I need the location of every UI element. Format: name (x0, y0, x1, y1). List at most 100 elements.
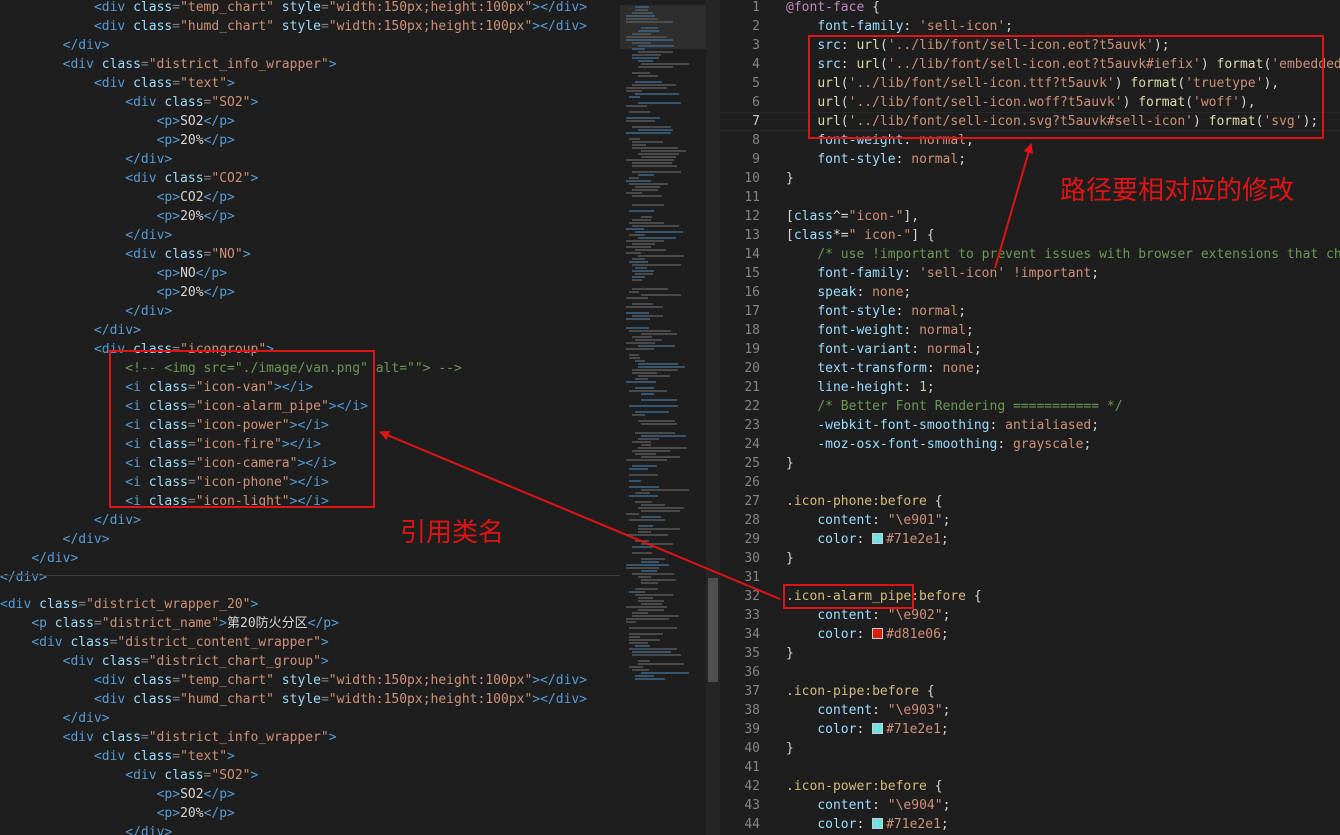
minimap-line (632, 654, 681, 656)
color-swatch[interactable] (872, 533, 884, 544)
code-line[interactable]: <p class="district_name">第20防火分区</p> (31, 614, 339, 633)
code-line[interactable]: <div class="NO"> (125, 245, 250, 264)
scrollbar-thumb[interactable] (708, 578, 718, 682)
line-number: 1 (752, 0, 760, 15)
code-line[interactable]: [class^="icon-"], (786, 207, 919, 226)
minimap-line (632, 57, 659, 59)
code-token: : (895, 304, 912, 319)
code-token: ; (1005, 19, 1013, 34)
code-token: -webkit-font-smoothing (817, 418, 990, 433)
code-line[interactable]: </div> (63, 36, 110, 55)
code-line[interactable]: <div class="SO2"> (125, 93, 258, 112)
code-line[interactable]: </div> (125, 226, 172, 245)
code-line[interactable]: <p>SO2</p> (157, 112, 235, 131)
code-line[interactable]: <div class="district_info_wrapper"> (63, 55, 337, 74)
code-line[interactable]: font-family: 'sell-icon'; (817, 17, 1013, 36)
code-line[interactable]: <div class="district_chart_group"> (63, 652, 329, 671)
code-line[interactable]: } (786, 169, 794, 188)
minimap-line (629, 390, 667, 392)
minimap-line (626, 87, 667, 89)
code-line[interactable]: <div class="temp_chart" style="width:150… (94, 0, 587, 17)
code-line[interactable]: </div> (94, 511, 141, 530)
code-token: > (250, 171, 259, 186)
minimap-line (641, 399, 677, 401)
code-line[interactable]: [class*=" icon-"] { (786, 226, 935, 245)
code-line[interactable]: <p>CO2</p> (157, 188, 235, 207)
code-token: font-family (817, 19, 904, 34)
vertical-scrollbar[interactable] (706, 0, 720, 835)
code-token: </div> (125, 152, 173, 167)
code-line[interactable]: } (786, 644, 794, 663)
code-line[interactable]: <div class="temp_chart" style="width:150… (94, 671, 587, 690)
code-line[interactable]: <p>SO2</p> (157, 785, 235, 804)
minimap-line (635, 378, 648, 380)
code-token: font-family (817, 266, 904, 281)
code-line[interactable]: <div class="SO2"> (125, 766, 258, 785)
color-swatch[interactable] (872, 723, 884, 734)
code-line[interactable]: <div class="text"> (94, 747, 235, 766)
code-line[interactable]: <div class="district_info_wrapper"> (63, 728, 337, 747)
code-line[interactable]: .icon-pipe:before { (786, 682, 935, 701)
code-line[interactable]: /* use !important to prevent issues with… (817, 245, 1340, 264)
code-token: style (273, 692, 321, 707)
code-token: = (172, 749, 181, 764)
code-line[interactable]: color: #71e2e1; (817, 815, 948, 834)
code-line[interactable]: font-weight: normal; (817, 321, 974, 340)
code-line[interactable]: </div> (63, 709, 110, 728)
code-line[interactable]: <div class="district_content_wrapper"> (31, 633, 328, 652)
code-token: ; (973, 342, 982, 357)
code-line[interactable]: font-style: normal; (817, 302, 966, 321)
code-line[interactable]: } (786, 454, 794, 473)
code-line[interactable]: <div class="district_wrapper_20"> (0, 595, 258, 614)
minimap[interactable] (620, 0, 706, 835)
code-token: = (172, 19, 181, 34)
minimap-line (635, 594, 673, 596)
code-line[interactable]: color: #d81e06; (817, 625, 948, 644)
code-line[interactable]: </div> (0, 568, 47, 587)
code-line[interactable]: </div> (31, 549, 78, 568)
code-line[interactable]: <p>20%</p> (157, 283, 235, 302)
code-line[interactable]: <p>20%</p> (157, 804, 235, 823)
code-line[interactable]: content: "\e904"; (817, 796, 950, 815)
code-token: { (966, 589, 982, 604)
code-line[interactable]: -moz-osx-font-smoothing: grayscale; (817, 435, 1091, 454)
code-line[interactable]: font-variant: normal; (817, 340, 981, 359)
code-line[interactable]: .icon-phone:before { (786, 492, 943, 511)
code-line[interactable]: <p>20%</p> (157, 207, 235, 226)
code-line[interactable]: font-family: 'sell-icon' !important; (817, 264, 1099, 283)
color-swatch[interactable] (872, 628, 884, 639)
code-line[interactable]: content: "\e901"; (817, 511, 950, 530)
code-line[interactable]: </div> (125, 302, 172, 321)
code-token: -moz-osx-font-smoothing (817, 437, 998, 452)
code-line[interactable]: content: "\e903"; (817, 701, 950, 720)
code-line[interactable]: } (786, 739, 794, 758)
code-line[interactable]: <p>20%</p> (157, 131, 235, 150)
code-line[interactable]: <div class="text"> (94, 74, 235, 93)
code-line[interactable]: <p>NO</p> (157, 264, 227, 283)
code-line[interactable]: -webkit-font-smoothing: antialiased; (817, 416, 1099, 435)
minimap-line (626, 180, 651, 182)
code-line[interactable]: <div class="humd_chart" style="width:150… (94, 690, 587, 709)
code-line[interactable]: speak: none; (817, 283, 911, 302)
minimap-line (626, 240, 664, 242)
code-line[interactable]: </div> (94, 321, 141, 340)
minimap-line (638, 663, 684, 665)
code-line[interactable]: </div> (125, 823, 172, 835)
code-line[interactable]: .icon-power:before { (786, 777, 943, 796)
code-line[interactable]: /* Better Font Rendering =========== */ (817, 397, 1122, 416)
code-line[interactable]: </div> (125, 150, 172, 169)
color-swatch[interactable] (872, 818, 884, 829)
code-line[interactable]: </div> (63, 530, 110, 549)
code-token: : (989, 418, 1006, 433)
code-line[interactable]: color: #71e2e1; (817, 720, 948, 739)
code-line[interactable]: <div class="CO2"> (125, 169, 258, 188)
code-line[interactable]: @font-face { (786, 0, 880, 17)
code-line[interactable]: font-style: normal; (817, 150, 966, 169)
code-line[interactable]: <div class="humd_chart" style="width:150… (94, 17, 587, 36)
code-token: : (856, 722, 873, 737)
code-line[interactable]: color: #71e2e1; (817, 530, 948, 549)
code-line[interactable]: text-transform: none; (817, 359, 981, 378)
code-line[interactable]: } (786, 549, 794, 568)
code-token: </p> (195, 266, 228, 281)
code-line[interactable]: line-height: 1; (817, 378, 934, 397)
